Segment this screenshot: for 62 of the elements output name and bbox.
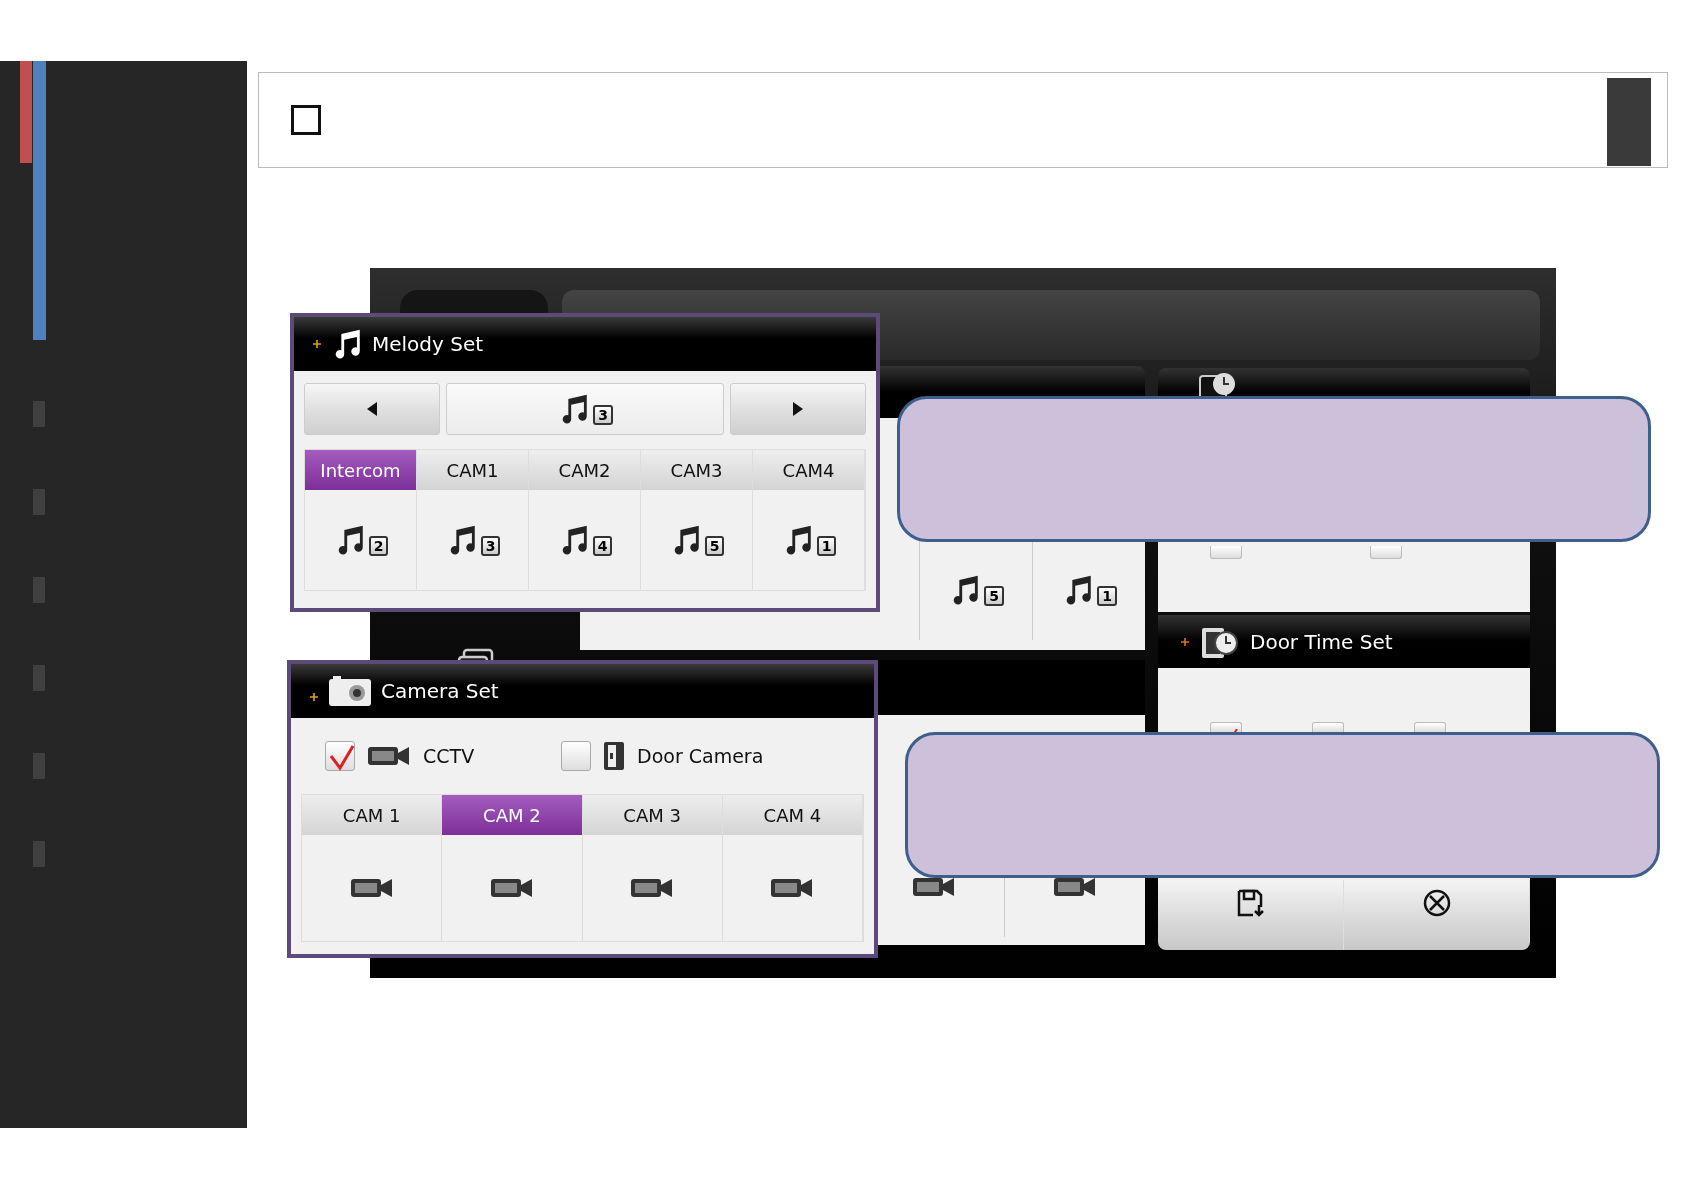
sidebar-marker [33, 753, 45, 779]
sidebar-marker [33, 841, 45, 867]
video-camera-icon [630, 877, 675, 899]
melody-cell[interactable]: 4 [529, 490, 640, 590]
sidebar-marker [33, 665, 45, 691]
previous-button[interactable] [304, 383, 440, 435]
video-camera-icon [489, 877, 534, 899]
source-tab[interactable]: CAM2 [529, 450, 640, 490]
melody-number: 1 [816, 536, 837, 556]
camera-tab[interactable]: CAM 3 [582, 795, 722, 835]
camera-tab[interactable]: CAM 4 [722, 795, 862, 835]
melody-number: 3 [480, 536, 501, 556]
melody-cell[interactable]: 2 [305, 490, 416, 590]
video-camera-icon [367, 745, 411, 767]
left-triangle-icon [366, 401, 378, 417]
close-button[interactable] [1344, 880, 1530, 950]
plus-icon [312, 339, 322, 349]
melody-number: 5 [984, 586, 1004, 606]
camera-tab[interactable]: CAM 2 [442, 795, 582, 835]
checkbox[interactable] [1312, 722, 1344, 732]
checkbox[interactable] [325, 741, 355, 771]
melody-cell[interactable]: 3 [417, 490, 528, 590]
melody-number: 5 [704, 536, 725, 556]
camera-icon [327, 674, 373, 708]
next-button[interactable] [730, 383, 866, 435]
video-camera-icon [349, 877, 394, 899]
save-button[interactable] [1158, 880, 1344, 950]
melody-number: 1 [1097, 586, 1117, 606]
sidebar-marker [33, 489, 45, 515]
square-icon [291, 105, 321, 135]
option-label: Door Camera [637, 745, 764, 767]
checkbox[interactable] [1210, 722, 1242, 732]
checkbox[interactable] [1210, 546, 1242, 559]
source-tab[interactable]: CAM3 [641, 450, 752, 490]
source-tab[interactable]: CAM1 [417, 450, 528, 490]
video-camera-icon [770, 877, 815, 899]
checkbox[interactable] [1414, 722, 1446, 732]
source-tab[interactable]: CAM4 [753, 450, 864, 490]
melody-number: 4 [592, 536, 613, 556]
melody-number: 3 [593, 405, 613, 425]
video-camera-icon [912, 876, 956, 898]
option-label: CCTV [423, 745, 475, 767]
panel-title: Door Time Set [1250, 629, 1393, 654]
right-triangle-icon [792, 401, 804, 417]
camera-tab[interactable]: CAM 1 [302, 795, 442, 835]
checkbox[interactable] [1370, 546, 1402, 559]
save-icon [1235, 888, 1266, 918]
plus-icon [309, 692, 319, 702]
melody-selector[interactable]: 3 [446, 383, 724, 435]
sidebar-marker [33, 401, 45, 427]
close-icon [1421, 888, 1452, 918]
sidebar-marker [33, 577, 45, 603]
video-camera-icon [1053, 876, 1097, 898]
plus-icon [1180, 636, 1190, 647]
source-tab[interactable]: Intercom [305, 450, 416, 490]
melody-number: 2 [368, 536, 389, 556]
melody-cell[interactable]: 5 [641, 490, 752, 590]
door-icon [603, 741, 625, 771]
dialog-title: Camera Set [381, 679, 499, 703]
melody-cell[interactable]: 1 [753, 490, 864, 590]
dialog-title: Melody Set [372, 332, 484, 356]
checkbox[interactable] [561, 741, 591, 771]
